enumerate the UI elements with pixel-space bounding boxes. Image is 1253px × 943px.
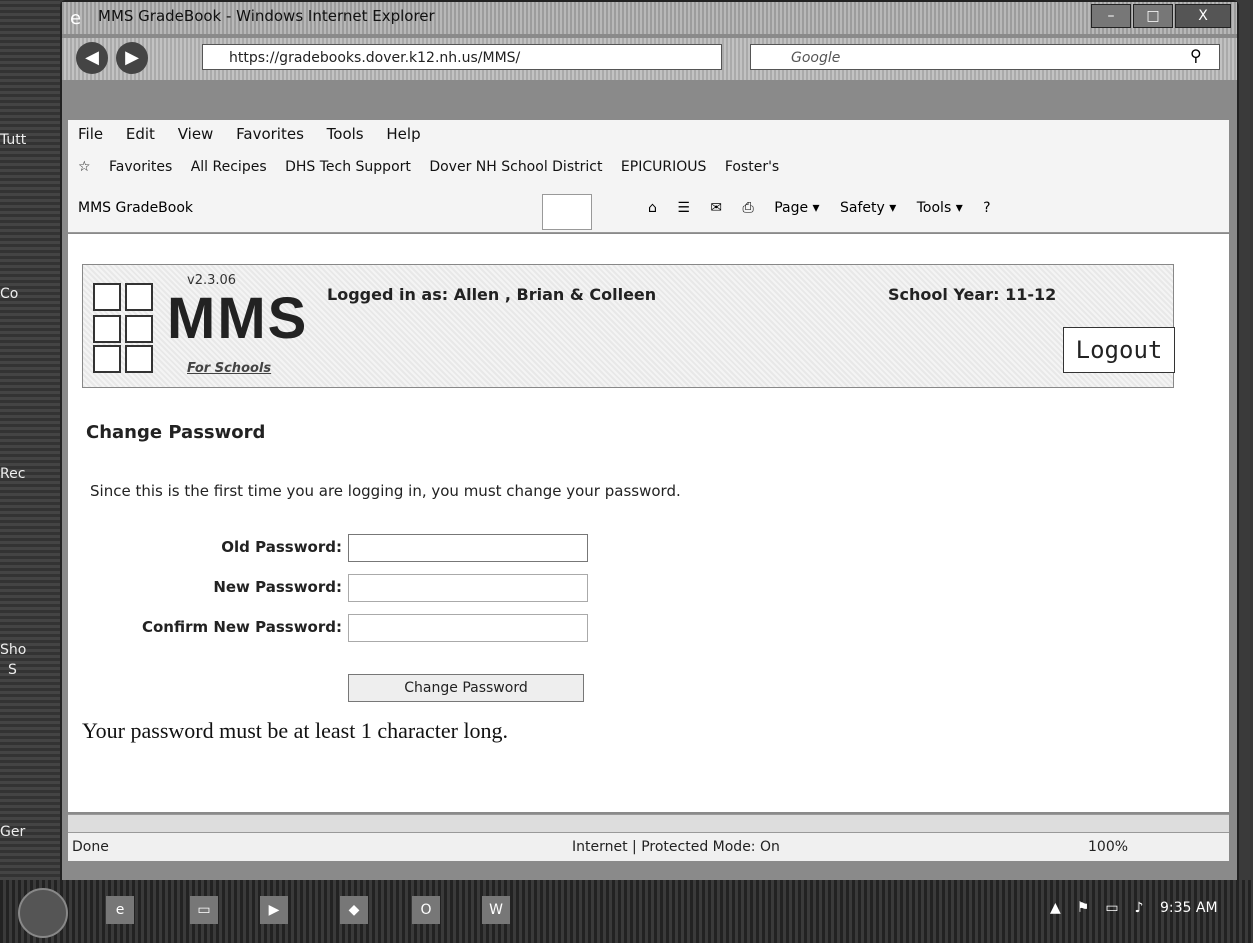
explorer-taskbar-icon[interactable]: ▭ <box>190 896 218 924</box>
page-content: v2.3.06 MMS For Schools Logged in as: Al… <box>68 234 1229 812</box>
logged-in-label: Logged in as: Allen , Brian & Colleen <box>327 285 657 304</box>
word-taskbar-icon[interactable]: W <box>482 896 510 924</box>
favorites-bar: ☆ Favorites All Recipes DHS Tech Support… <box>68 148 1229 186</box>
page-menu[interactable]: Page ▾ <box>774 200 819 216</box>
title-bar[interactable]: e MMS GradeBook - Windows Internet Explo… <box>62 2 1237 34</box>
start-button[interactable] <box>18 888 68 938</box>
safety-menu[interactable]: Safety ▾ <box>840 200 896 216</box>
address-row: ◀ ▶ https://gradebooks.dover.k12.nh.us/M… <box>62 38 1237 80</box>
desktop-label[interactable]: Co <box>0 286 18 302</box>
desktop-strip: Tutt Co Rec Sho S Ger <box>0 0 60 880</box>
confirm-password-label: Confirm New Password: <box>141 618 342 636</box>
logo-subtitle-link[interactable]: For Schools <box>187 361 271 376</box>
browser-window: e MMS GradeBook - Windows Internet Explo… <box>60 0 1239 884</box>
page-title: Change Password <box>86 422 266 443</box>
new-password-label: New Password: <box>213 578 342 596</box>
status-text: Done <box>72 839 109 855</box>
star-icon: ☆ <box>78 159 91 175</box>
menu-file[interactable]: File <box>78 125 103 143</box>
new-tab-button[interactable] <box>542 194 592 230</box>
confirm-password-field[interactable] <box>348 614 588 642</box>
print-icon[interactable]: ⎙ <box>743 200 754 216</box>
menu-help[interactable]: Help <box>386 125 420 143</box>
search-icon[interactable]: ⚲ <box>1190 46 1202 65</box>
favorites-button[interactable]: Favorites <box>109 159 172 175</box>
password-requirement-note: Your password must be at least 1 charact… <box>82 718 509 743</box>
tools-menu[interactable]: Tools ▾ <box>917 200 963 216</box>
change-password-button[interactable]: Change Password <box>348 674 584 702</box>
menu-favorites[interactable]: Favorites <box>236 125 304 143</box>
gradebook-header: v2.3.06 MMS For Schools Logged in as: Al… <box>82 264 1175 388</box>
zoom-level[interactable]: 100% <box>1088 833 1128 861</box>
feeds-icon[interactable]: ☰ <box>677 200 690 216</box>
status-bar: Done Internet | Protected Mode: On 100% <box>68 832 1229 861</box>
logo-text: MMS <box>167 286 309 351</box>
tab-mms-gradebook[interactable]: MMS GradeBook <box>78 200 193 216</box>
fav-dover-nh-school-district[interactable]: Dover NH School District <box>429 159 602 175</box>
tab-bar: MMS GradeBook ⌂ ☰ ✉ ⎙ Page ▾ Safety ▾ To… <box>68 186 1229 233</box>
system-tray[interactable]: ▲⚑▭♪ <box>1050 900 1159 916</box>
minimize-button[interactable]: – <box>1091 4 1131 28</box>
mms-logo-icon <box>93 283 163 373</box>
maximize-button[interactable]: □ <box>1133 4 1173 28</box>
address-bar[interactable]: https://gradebooks.dover.k12.nh.us/MMS/ <box>202 44 722 70</box>
fav-epicurious[interactable]: EPICURIOUS <box>621 159 706 175</box>
media-taskbar-icon[interactable]: ▶ <box>260 896 288 924</box>
old-password-field[interactable] <box>348 534 588 562</box>
old-password-label: Old Password: <box>221 538 342 556</box>
taskbar: e ▭ ▶ ◆ O W ▲⚑▭♪ 9:35 AM <box>0 880 1253 943</box>
menu-bar: File Edit View Favorites Tools Help <box>68 120 1229 148</box>
desktop-label[interactable]: Tutt <box>0 132 26 148</box>
fav-fosters[interactable]: Foster's <box>725 159 779 175</box>
new-password-field[interactable] <box>348 574 588 602</box>
fav-all-recipes[interactable]: All Recipes <box>191 159 267 175</box>
desktop-label[interactable]: Sho <box>0 642 26 658</box>
window-title: MMS GradeBook - Windows Internet Explore… <box>98 7 435 25</box>
home-icon[interactable]: ⌂ <box>648 200 657 216</box>
desktop-label[interactable]: S <box>8 662 17 678</box>
menu-view[interactable]: View <box>178 125 214 143</box>
mail-icon[interactable]: ✉ <box>710 200 722 216</box>
security-zone[interactable]: Internet | Protected Mode: On <box>572 833 780 861</box>
menu-tools[interactable]: Tools <box>327 125 364 143</box>
command-bar: ⌂ ☰ ✉ ⎙ Page ▾ Safety ▾ Tools ▾ ? <box>648 200 1007 216</box>
close-button[interactable]: X <box>1175 4 1231 28</box>
back-button[interactable]: ◀ <box>76 42 108 74</box>
ie-taskbar-icon[interactable]: e <box>106 896 134 924</box>
search-input[interactable]: Google <box>750 44 1220 70</box>
forward-button[interactable]: ▶ <box>116 42 148 74</box>
app-taskbar-icon[interactable]: ◆ <box>340 896 368 924</box>
menu-edit[interactable]: Edit <box>126 125 155 143</box>
desktop-label[interactable]: Rec <box>0 466 25 482</box>
outlook-taskbar-icon[interactable]: O <box>412 896 440 924</box>
logout-button[interactable]: Logout <box>1063 327 1175 373</box>
horizontal-scrollbar[interactable] <box>68 814 1229 833</box>
fav-dhs-tech-support[interactable]: DHS Tech Support <box>285 159 411 175</box>
clock[interactable]: 9:35 AM <box>1160 900 1218 916</box>
ie-logo-icon: e <box>70 8 82 29</box>
desktop-label[interactable]: Ger <box>0 824 25 840</box>
school-year-label: School Year: 11-12 <box>888 285 1057 304</box>
intro-text: Since this is the first time you are log… <box>90 482 681 500</box>
help-icon[interactable]: ? <box>983 200 990 216</box>
